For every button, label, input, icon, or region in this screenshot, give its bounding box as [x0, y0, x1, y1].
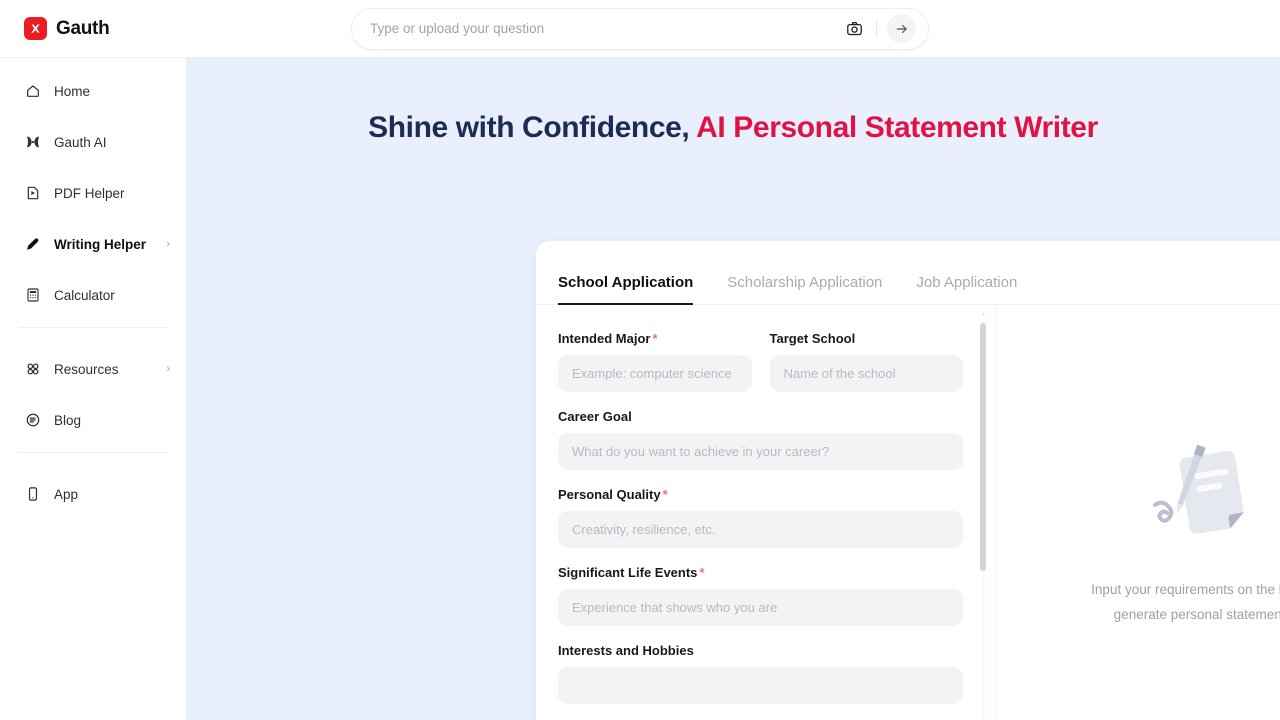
field-label-text: Personal Quality: [558, 487, 661, 502]
page-title-dark: Shine with Confidence,: [368, 111, 690, 144]
tab-job-application[interactable]: Job Application: [916, 274, 1017, 304]
sidebar-item-label: App: [54, 486, 79, 502]
sidebar-divider-2: [18, 452, 168, 453]
chevron-right-icon: ›: [166, 238, 170, 250]
form-scroll-region[interactable]: Intended Major* Target School: [558, 331, 991, 720]
form-scrollbar[interactable]: ▲ ▼: [980, 311, 986, 720]
field-career-goal: Career Goal: [558, 409, 963, 470]
tab-school-application[interactable]: School Application: [558, 274, 694, 305]
field-label-text: Intended Major: [558, 331, 651, 346]
page-title-accent: AI Personal Statement Writer: [696, 111, 1098, 144]
search-input[interactable]: [370, 21, 842, 36]
home-icon: [24, 83, 41, 100]
field-label: Target School: [769, 331, 856, 346]
chevron-right-icon: ›: [166, 363, 170, 375]
gauth-logo-icon: [24, 17, 47, 40]
field-significant-life-events: Significant Life Events *: [558, 565, 963, 626]
required-asterisk: *: [652, 331, 658, 346]
field-label: Intended Major *: [558, 331, 752, 346]
sidebar-item-label: PDF Helper: [54, 185, 125, 201]
required-asterisk: *: [662, 487, 668, 502]
search-bar[interactable]: [351, 7, 929, 50]
card-panes: Intended Major* Target School: [536, 305, 1280, 720]
sidebar-item-label: Gauth AI: [54, 134, 107, 150]
document-pen-illustration: [1143, 439, 1261, 552]
empty-state-line-2: generate personal statement.: [1113, 606, 1280, 622]
blog-icon: [24, 412, 41, 429]
gauth-ai-icon: [24, 134, 41, 151]
sidebar-item-blog[interactable]: Blog: [0, 401, 186, 439]
empty-state-text: Input your requirements on the left to g…: [1091, 578, 1280, 628]
camera-icon[interactable]: [842, 17, 866, 41]
sidebar-item-resources[interactable]: Resources ›: [0, 350, 186, 388]
tab-bar: School Application Scholarship Applicati…: [536, 241, 1280, 305]
writer-card: School Application Scholarship Applicati…: [536, 241, 1280, 720]
search-divider: [876, 20, 877, 37]
field-interests-and-hobbies: Interests and Hobbies: [558, 643, 963, 704]
field-label: Significant Life Events *: [558, 565, 963, 580]
field-label: Personal Quality *: [558, 487, 963, 502]
top-header: Gauth: [0, 0, 1280, 58]
search-submit-button[interactable]: [887, 14, 916, 43]
resources-icon: [24, 361, 41, 378]
page-title: Shine with Confidence, AI Personal State…: [186, 111, 1280, 145]
form-row-1: Intended Major* Target School: [558, 331, 963, 409]
sidebar-item-label: Resources: [54, 361, 119, 377]
sidebar-divider: [18, 327, 168, 328]
field-label-text: Significant Life Events: [558, 565, 698, 580]
app-root: Gauth Type or upload your question Home …: [0, 0, 1280, 720]
scrollbar-thumb[interactable]: [980, 323, 986, 571]
field-target-school: Target School: [769, 331, 963, 392]
field-intended-major: Intended Major *: [558, 331, 752, 392]
result-pane: Input your requirements on the left to g…: [997, 305, 1280, 720]
tab-scholarship-application[interactable]: Scholarship Application: [727, 274, 882, 304]
target-school-input[interactable]: [769, 355, 963, 392]
sidebar-item-app[interactable]: App: [0, 475, 186, 513]
sidebar-item-label: Blog: [54, 412, 82, 428]
pdf-icon: [24, 185, 41, 202]
body: Home Gauth AI PDF Helper Writing Helper …: [0, 58, 1280, 720]
sidebar-item-label: Home: [54, 83, 91, 99]
phone-icon: [24, 486, 41, 503]
field-personal-quality: Personal Quality *: [558, 487, 963, 548]
interests-and-hobbies-input[interactable]: [558, 667, 963, 704]
scroll-up-arrow-icon[interactable]: ▲: [981, 311, 986, 317]
empty-state-line-1: Input your requirements on the left to: [1091, 581, 1280, 597]
brand-name: Gauth: [56, 17, 110, 39]
sidebar-item-label: Writing Helper: [54, 236, 147, 252]
calculator-icon: [24, 287, 41, 304]
sidebar-item-home[interactable]: Home: [0, 72, 186, 110]
required-asterisk: *: [699, 565, 705, 580]
significant-life-events-input[interactable]: [558, 589, 963, 626]
field-label: Interests and Hobbies: [558, 643, 694, 658]
personal-quality-input[interactable]: [558, 511, 963, 548]
sidebar-item-label: Calculator: [54, 287, 115, 303]
form-pane: Intended Major* Target School: [536, 305, 991, 720]
field-label: Career Goal: [558, 409, 632, 424]
intended-major-input[interactable]: [558, 355, 752, 392]
sidebar-item-gauth-ai[interactable]: Gauth AI: [0, 123, 186, 161]
main-content: Shine with Confidence, AI Personal State…: [186, 58, 1280, 720]
sidebar-item-pdf-helper[interactable]: PDF Helper: [0, 174, 186, 212]
career-goal-input[interactable]: [558, 433, 963, 470]
brand-logo[interactable]: Gauth: [0, 17, 186, 40]
search-area: [186, 7, 1094, 50]
pen-icon: [24, 236, 41, 253]
sidebar-item-writing-helper[interactable]: Writing Helper ›: [0, 225, 186, 263]
sidebar-item-calculator[interactable]: Calculator: [0, 276, 186, 314]
sidebar: Home Gauth AI PDF Helper Writing Helper …: [0, 58, 186, 720]
